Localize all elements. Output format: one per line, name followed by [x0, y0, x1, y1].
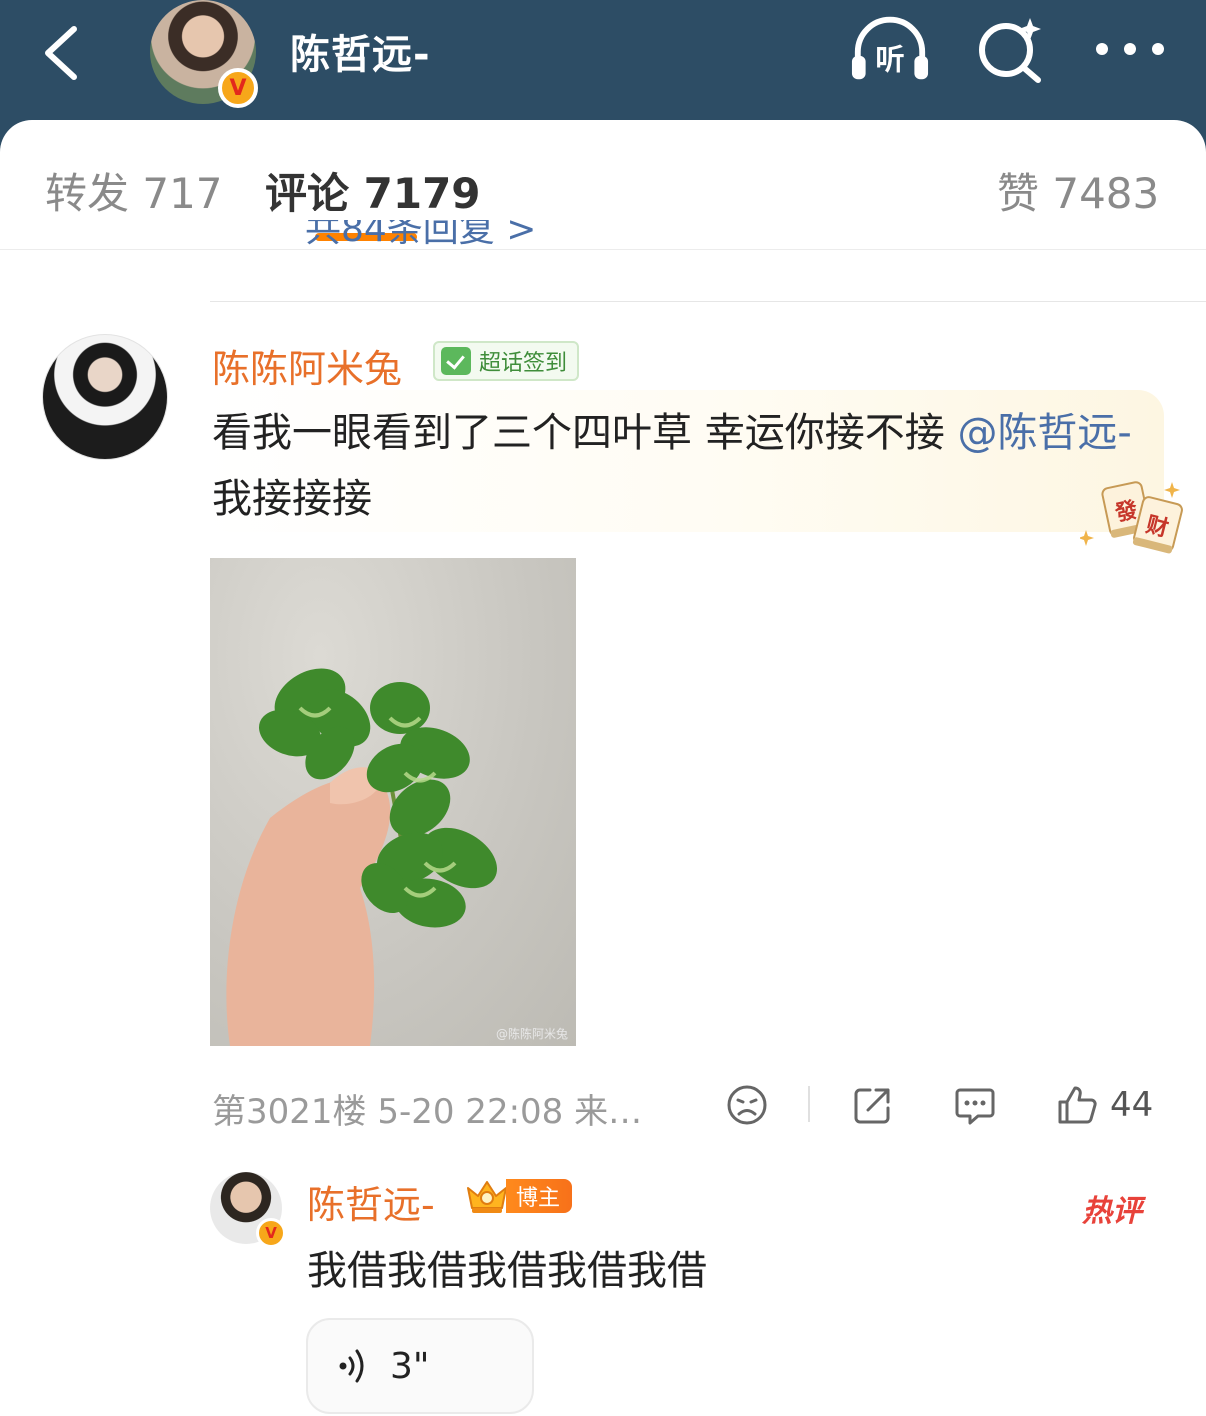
more-button[interactable] — [1090, 14, 1170, 84]
share-icon — [854, 1088, 890, 1124]
hot-comment-tag: 热评 — [1082, 1194, 1142, 1229]
share-button[interactable] — [852, 1078, 894, 1132]
reply-button[interactable] — [954, 1078, 996, 1132]
calendar-check-icon — [441, 347, 471, 375]
listen-button[interactable]: 听 — [850, 14, 930, 84]
blogger-badge: 博主 — [462, 1176, 573, 1216]
listen-label: 听 — [875, 42, 904, 76]
thumbs-up-icon — [1058, 1086, 1097, 1124]
listen-icon: 听 — [851, 16, 929, 80]
tab-bar: 转发 717 评论 7179 赞 7483 — [0, 120, 1206, 250]
image-watermark: @陈陈阿米兔 — [495, 1027, 568, 1041]
voice-message[interactable]: 3" — [306, 1318, 534, 1414]
action-separator — [808, 1086, 810, 1122]
more-replies-link[interactable]: 共84条回复 > — [305, 220, 536, 250]
crown-icon — [467, 1181, 507, 1213]
voice-duration: 3" — [390, 1345, 430, 1387]
comment-text-tail: 我接接接 — [212, 476, 372, 522]
verified-icon: V — [218, 68, 258, 108]
back-button[interactable] — [30, 18, 90, 88]
comment-text: 看我一眼看到了三个四叶草 幸运你接不接 @陈哲远- 我接接接 — [212, 400, 1147, 532]
clover-photo — [226, 668, 497, 1046]
commenter-name[interactable]: 陈陈阿米兔 — [212, 338, 402, 393]
author-avatar[interactable]: V — [150, 0, 258, 108]
comments-panel: 转发 717 评论 7179 赞 7483 — [0, 120, 1206, 1416]
mention-link[interactable]: @陈哲远- — [957, 410, 1131, 456]
reply-text: 我借我借我借我借我借 — [307, 1248, 707, 1294]
voice-wave-icon — [339, 1349, 364, 1383]
comment-divider — [210, 301, 1206, 302]
facai-mahjong-decoration: 發 财 — [1080, 481, 1183, 554]
chevron-left-icon — [45, 26, 77, 80]
dislike-button[interactable] — [726, 1078, 768, 1132]
more-icon — [1096, 43, 1164, 55]
reply-author-avatar[interactable]: V — [210, 1172, 286, 1248]
supertopic-checkin-badge[interactable]: 超话签到 — [433, 341, 580, 381]
tab-likes[interactable]: 赞 7483 — [997, 160, 1159, 221]
tab-comments[interactable]: 评论 7179 — [265, 160, 481, 221]
comment-icon — [955, 1088, 995, 1125]
verified-icon: V — [256, 1218, 286, 1248]
author-name[interactable]: 陈哲远- — [290, 22, 431, 80]
commenter-avatar[interactable] — [42, 334, 168, 460]
sad-face-icon — [727, 1085, 767, 1125]
blogger-badge-label: 博主 — [506, 1179, 573, 1213]
comment-text-main: 看我一眼看到了三个四叶草 幸运你接不接 — [212, 410, 958, 456]
reply-author-name[interactable]: 陈哲远- — [307, 1174, 435, 1229]
like-count: 44 — [1110, 1085, 1154, 1125]
tab-repost[interactable]: 转发 717 — [45, 160, 223, 221]
comment-image[interactable]: @陈陈阿米兔 — [210, 558, 576, 1046]
ai-search-icon — [979, 18, 1041, 83]
like-button[interactable]: 44 — [1056, 1078, 1153, 1132]
comment-meta: 第3021楼 5-20 22:08 来… — [212, 1092, 643, 1132]
badge-label: 超话签到 — [479, 351, 568, 376]
ai-search-button[interactable] — [970, 14, 1050, 84]
